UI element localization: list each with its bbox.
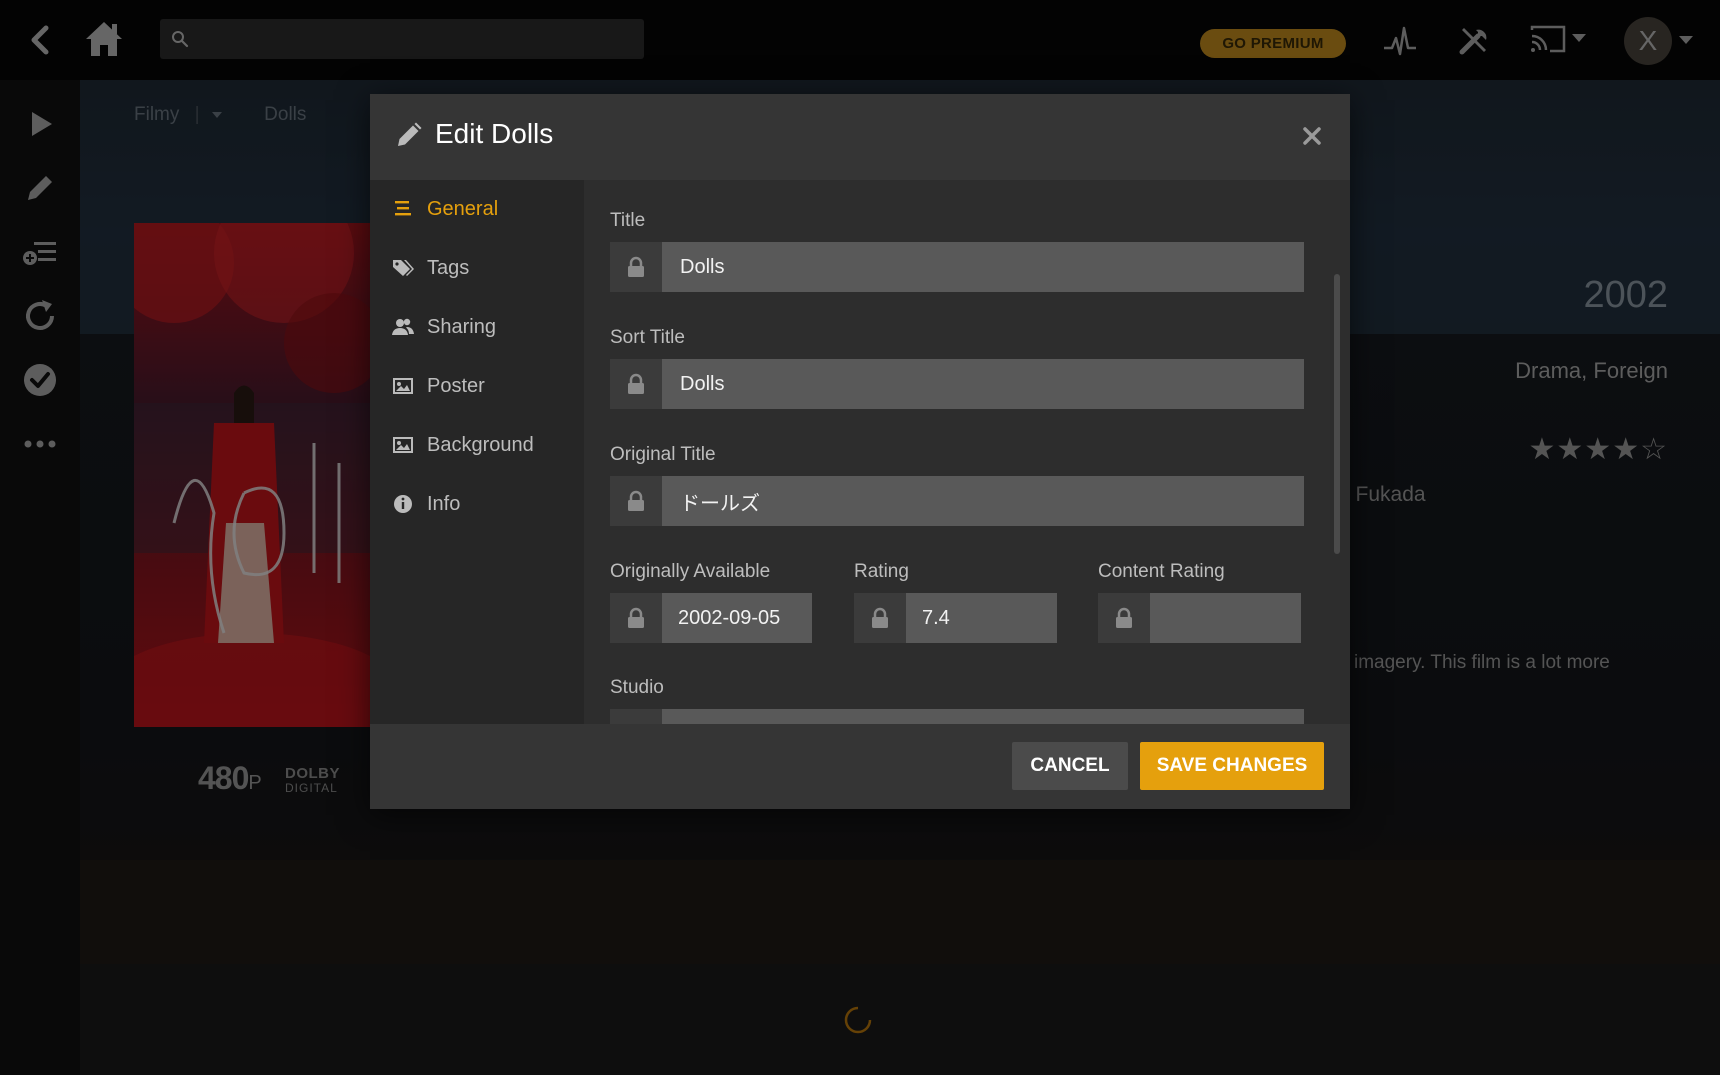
original-title-label: Original Title bbox=[610, 444, 716, 465]
rating-label: Rating bbox=[854, 561, 909, 582]
nav-item-info[interactable]: Info bbox=[392, 489, 582, 519]
content-rating-label: Content Rating bbox=[1098, 561, 1225, 582]
title-label: Title bbox=[610, 210, 646, 231]
pencil-icon bbox=[398, 122, 422, 146]
sort-title-input[interactable] bbox=[662, 359, 1304, 409]
dialog-header: Edit Dolls bbox=[370, 94, 1350, 180]
rating-field bbox=[854, 593, 1057, 643]
originally-available-label: Originally Available bbox=[610, 561, 771, 582]
info-icon bbox=[394, 495, 412, 513]
lock-icon bbox=[872, 607, 888, 628]
studio-input[interactable] bbox=[662, 709, 1304, 724]
title-field bbox=[610, 242, 1304, 292]
nav-item-background[interactable]: Background bbox=[392, 430, 582, 460]
lock-toggle[interactable] bbox=[854, 593, 906, 643]
content-rating-input[interactable] bbox=[1150, 593, 1301, 643]
lock-icon bbox=[628, 256, 644, 277]
rating-input[interactable] bbox=[906, 593, 1057, 643]
studio-field bbox=[610, 709, 1304, 724]
nav-item-label: Info bbox=[427, 493, 461, 515]
nav-item-general[interactable]: General bbox=[392, 194, 582, 224]
sort-title-field bbox=[610, 359, 1304, 409]
nav-item-tags[interactable]: Tags bbox=[392, 253, 582, 283]
original-title-field bbox=[610, 476, 1304, 526]
originally-available-field bbox=[610, 593, 812, 643]
cancel-button[interactable]: CANCEL bbox=[1012, 742, 1128, 790]
dialog-footer: CANCEL SAVE CHANGES bbox=[370, 724, 1350, 809]
dialog-body: Title Sort Title Original Title Original… bbox=[584, 180, 1350, 724]
dialog-title: Edit Dolls bbox=[435, 118, 554, 149]
edit-dialog: Edit Dolls General Tags Sharing Poster B… bbox=[370, 94, 1350, 809]
scrollbar-thumb[interactable] bbox=[1334, 274, 1340, 554]
lock-toggle[interactable] bbox=[610, 242, 662, 292]
lock-toggle[interactable] bbox=[610, 709, 662, 724]
tags-icon bbox=[393, 260, 414, 276]
lock-icon bbox=[628, 373, 644, 394]
lock-toggle[interactable] bbox=[610, 593, 662, 643]
dialog-nav: General Tags Sharing Poster Background I… bbox=[370, 180, 584, 724]
nav-item-label: Tags bbox=[427, 257, 470, 279]
lock-toggle[interactable] bbox=[610, 476, 662, 526]
close-icon[interactable] bbox=[1298, 122, 1326, 150]
lock-toggle[interactable] bbox=[1098, 593, 1150, 643]
sort-title-label: Sort Title bbox=[610, 327, 685, 348]
lines-icon bbox=[395, 201, 411, 216]
lock-icon bbox=[628, 490, 644, 511]
lock-toggle[interactable] bbox=[610, 359, 662, 409]
nav-item-label: Sharing bbox=[427, 316, 496, 338]
lock-icon bbox=[628, 607, 644, 628]
original-title-input[interactable] bbox=[662, 476, 1304, 526]
app-root: Filmy | Dolls 480P DOLBY DIGITAL 2002 Dr… bbox=[0, 0, 1720, 1075]
nav-item-label: Poster bbox=[427, 375, 485, 397]
nav-item-sharing[interactable]: Sharing bbox=[392, 312, 582, 342]
nav-item-poster[interactable]: Poster bbox=[392, 371, 582, 401]
nav-item-label: General bbox=[427, 198, 499, 220]
content-rating-field bbox=[1098, 593, 1301, 643]
image-icon bbox=[393, 378, 413, 394]
studio-label: Studio bbox=[610, 677, 664, 698]
originally-available-input[interactable] bbox=[662, 593, 812, 643]
nav-item-label: Background bbox=[427, 434, 534, 456]
save-changes-button[interactable]: SAVE CHANGES bbox=[1140, 742, 1324, 790]
users-icon bbox=[392, 318, 414, 335]
image-icon bbox=[393, 437, 413, 453]
title-input[interactable] bbox=[662, 242, 1304, 292]
lock-icon bbox=[1116, 607, 1132, 628]
